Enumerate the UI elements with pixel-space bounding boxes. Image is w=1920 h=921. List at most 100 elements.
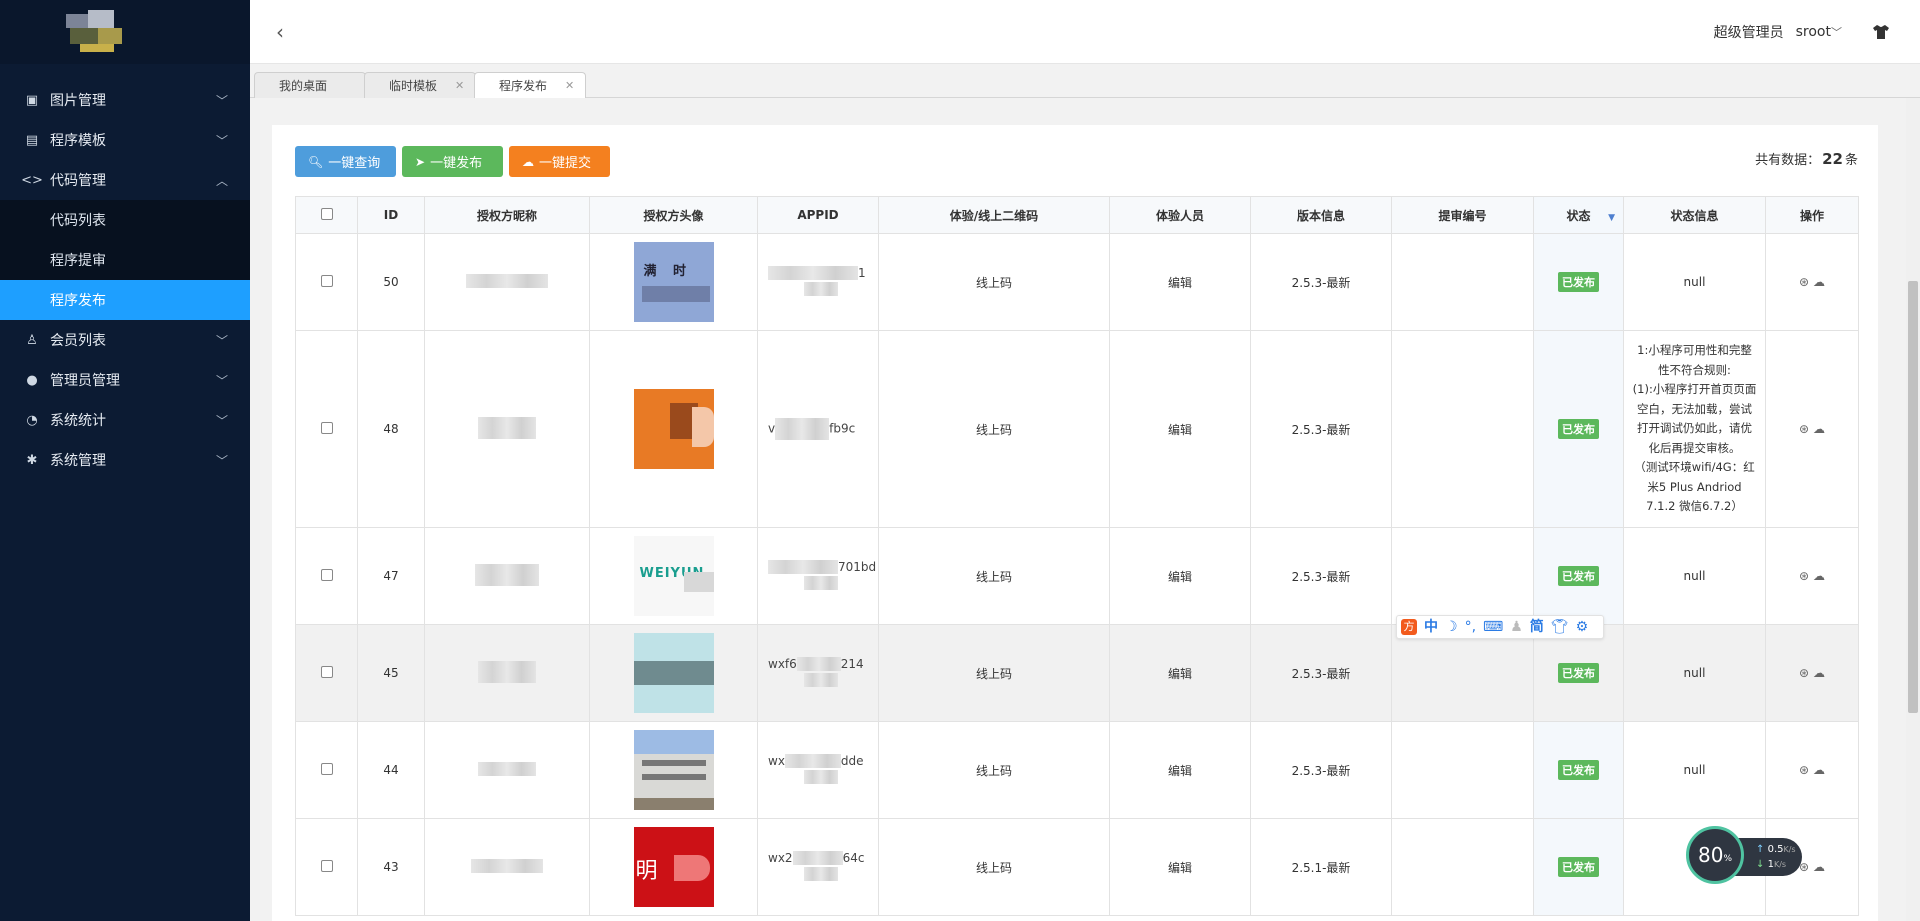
- settings-gear-icon[interactable]: ⚙: [1576, 619, 1589, 635]
- nickname-blurred: [478, 761, 536, 776]
- table-header: ID 授权方昵称 授权方头像 APPID 体验/线上二维码 体验人员 版本信息 …: [295, 196, 1859, 234]
- scrollbar-thumb[interactable]: [1908, 281, 1918, 713]
- chevron-down-icon: ﹀: [215, 413, 228, 428]
- refresh-icon[interactable]: ⊛: [1799, 763, 1809, 777]
- row-checkbox[interactable]: [320, 859, 333, 872]
- refresh-icon[interactable]: ⊛: [1799, 422, 1809, 436]
- punctuation-icon[interactable]: °,: [1465, 619, 1476, 635]
- cloud-upload-icon[interactable]: ☁: [1813, 763, 1825, 777]
- sidebar-item-system[interactable]: ✱ 系统管理 ﹀: [0, 440, 250, 480]
- sort-down-icon[interactable]: ▼: [1608, 213, 1615, 223]
- appid-prefix: wx: [768, 753, 785, 768]
- appid-blurred: [804, 672, 838, 687]
- column-header-status[interactable]: 状态 ▼: [1533, 196, 1624, 234]
- ime-simplified[interactable]: 简: [1530, 619, 1544, 635]
- status-badge: 已发布: [1558, 663, 1599, 683]
- tester-edit-link[interactable]: 编辑: [1109, 721, 1251, 819]
- qrcode-link[interactable]: 线上码: [878, 818, 1110, 916]
- tab-desktop[interactable]: 我的桌面: [254, 72, 366, 98]
- ime-chinese-mode[interactable]: 中: [1424, 619, 1438, 635]
- sidebar-item-label: 代码管理: [50, 173, 106, 189]
- cloud-upload-icon[interactable]: ☁: [1813, 422, 1825, 436]
- back-icon[interactable]: ‹: [276, 20, 284, 44]
- sidebar-item-images[interactable]: ▣ 图片管理 ﹀: [0, 80, 250, 120]
- column-header: 授权方昵称: [424, 196, 590, 234]
- network-speed-widget[interactable]: ↑ 0.5K/s ↓ 1K/s 80%: [1686, 826, 1804, 884]
- user-dropdown[interactable]: sroot﹀: [1796, 24, 1842, 40]
- audit-number: [1391, 527, 1534, 625]
- user-icon: ♙: [26, 332, 38, 348]
- refresh-icon[interactable]: ⊛: [1799, 275, 1809, 289]
- refresh-icon[interactable]: ⊛: [1799, 666, 1809, 680]
- qrcode-link[interactable]: 线上码: [878, 527, 1110, 625]
- page-scrollbar[interactable]: [1906, 98, 1920, 921]
- close-icon[interactable]: ✕: [455, 79, 464, 92]
- sidebar-item-members[interactable]: ♙ 会员列表 ﹀: [0, 320, 250, 360]
- publish-table: ID 授权方昵称 授权方头像 APPID 体验/线上二维码 体验人员 版本信息 …: [295, 196, 1859, 916]
- qrcode-link[interactable]: 线上码: [878, 624, 1110, 722]
- skin-shirt-icon[interactable]: [1872, 24, 1890, 40]
- action-buttons: 🔍︎ 一键查询 ➤ 一键发布 ☁ 一键提交: [295, 146, 610, 177]
- tester-edit-link[interactable]: 编辑: [1109, 527, 1251, 625]
- tester-edit-link[interactable]: 编辑: [1109, 233, 1251, 331]
- tester-edit-link[interactable]: 编辑: [1109, 818, 1251, 916]
- cloud-upload-icon[interactable]: ☁: [1813, 275, 1825, 289]
- cloud-upload-icon[interactable]: ☁: [1813, 666, 1825, 680]
- appid-blurred: [804, 866, 838, 881]
- audit-number: [1391, 330, 1534, 528]
- row-id: 44: [357, 721, 425, 819]
- sidebar-subitem-publish[interactable]: 程序发布: [0, 280, 250, 320]
- row-checkbox[interactable]: [320, 762, 333, 775]
- sidebar-item-admins[interactable]: ● 管理员管理 ﹀: [0, 360, 250, 400]
- row-actions: ⊛ ☁: [1765, 330, 1859, 528]
- avatar: [633, 389, 714, 469]
- row-checkbox[interactable]: [320, 274, 333, 287]
- nickname-blurred: [471, 858, 543, 873]
- select-all-checkbox[interactable]: [320, 207, 333, 220]
- total-number: 22: [1822, 150, 1843, 168]
- nickname-blurred: [478, 416, 536, 439]
- column-header: 状态信息: [1623, 196, 1766, 234]
- user-role: 超级管理员: [1713, 25, 1784, 41]
- publish-all-button[interactable]: ➤ 一键发布: [402, 146, 503, 177]
- skin-shirt-icon[interactable]: 👕︎: [1551, 619, 1569, 635]
- sidebar-item-label: 管理员管理: [50, 373, 120, 389]
- column-header: 版本信息: [1250, 196, 1392, 234]
- close-icon[interactable]: ✕: [565, 79, 574, 92]
- logo-image: [60, 8, 134, 56]
- tab-publish[interactable]: 程序发布 ✕: [474, 72, 586, 98]
- sidebar: ▣ 图片管理 ﹀ ▤ 程序模板 ﹀ <> 代码管理 ︿ 代码列表 程序提审 程序…: [0, 0, 250, 921]
- tab-temp-template[interactable]: 临时模板 ✕: [364, 72, 476, 98]
- tab-label: 临时模板: [389, 79, 438, 93]
- appid-blurred: [768, 560, 838, 574]
- sidebar-subitem-label: 代码列表: [50, 213, 106, 229]
- row-checkbox[interactable]: [320, 665, 333, 678]
- tester-edit-link[interactable]: 编辑: [1109, 330, 1251, 528]
- qrcode-link[interactable]: 线上码: [878, 233, 1110, 331]
- keyboard-icon[interactable]: ⌨: [1483, 619, 1503, 635]
- query-all-button[interactable]: 🔍︎ 一键查询: [295, 146, 396, 177]
- moon-icon[interactable]: ☽: [1445, 619, 1458, 635]
- logo: [0, 0, 250, 64]
- sidebar-subitem-submit-audit[interactable]: 程序提审: [0, 240, 250, 280]
- cloud-upload-icon[interactable]: ☁: [1813, 860, 1825, 874]
- row-checkbox[interactable]: [320, 568, 333, 581]
- qrcode-link[interactable]: 线上码: [878, 330, 1110, 528]
- sidebar-item-stats[interactable]: ◔ 系统统计 ﹀: [0, 400, 250, 440]
- row-checkbox[interactable]: [320, 421, 333, 434]
- table-row: 50 满 时 1 线上码 编辑 2.5.3-最新 已发布 null ⊛ ☁: [295, 233, 1859, 331]
- sidebar-item-code[interactable]: <> 代码管理 ︿: [0, 160, 250, 200]
- tester-edit-link[interactable]: 编辑: [1109, 624, 1251, 722]
- status-badge: 已发布: [1558, 857, 1599, 877]
- sidebar-subitem-code-list[interactable]: 代码列表: [0, 200, 250, 240]
- qrcode-link[interactable]: 线上码: [878, 721, 1110, 819]
- sidebar-item-templates[interactable]: ▤ 程序模板 ﹀: [0, 120, 250, 160]
- user-icon[interactable]: ♟: [1510, 619, 1523, 635]
- cloud-upload-icon[interactable]: ☁: [1813, 569, 1825, 583]
- ime-logo-icon[interactable]: 方: [1401, 619, 1417, 635]
- refresh-icon[interactable]: ⊛: [1799, 569, 1809, 583]
- total-suffix: 条: [1844, 153, 1858, 168]
- submit-all-button[interactable]: ☁ 一键提交: [509, 146, 610, 177]
- avatar: 满 时: [633, 242, 714, 322]
- sidebar-item-label: 程序模板: [50, 133, 106, 149]
